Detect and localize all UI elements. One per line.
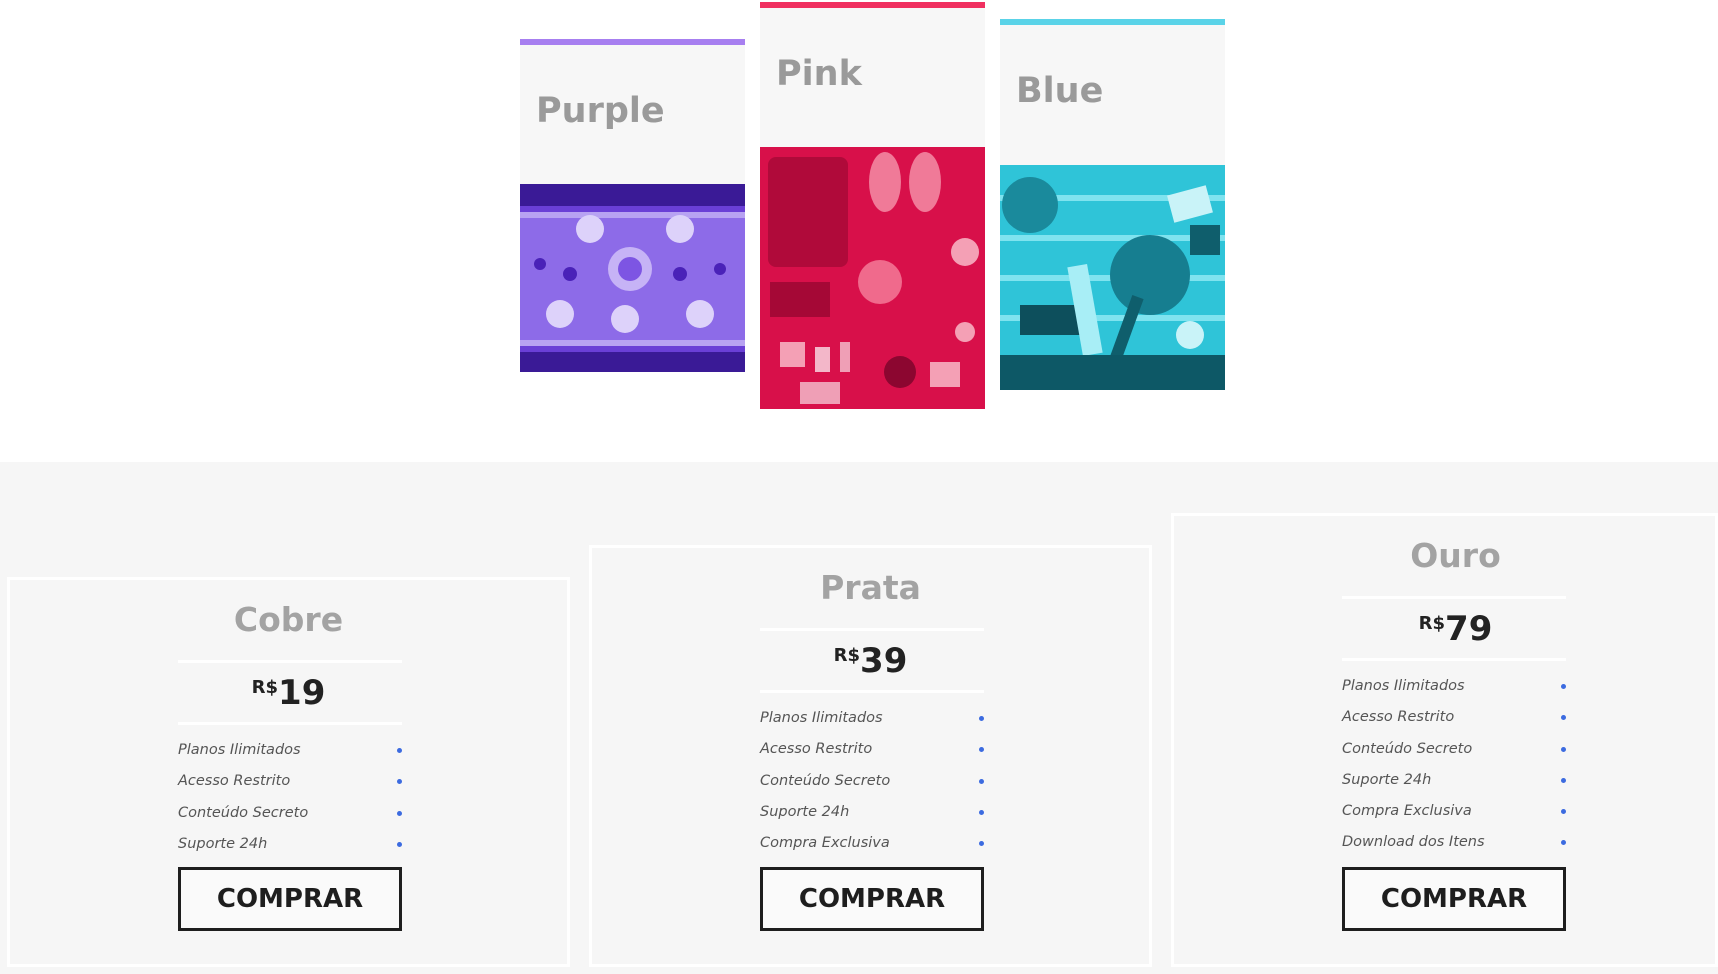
feature-label: Suporte 24h [178,835,268,852]
feature-label: Acesso Restrito [178,773,291,790]
card-title: Blue [1016,71,1104,111]
feature-item: Conteúdo Secreto [178,798,402,829]
feature-label: Acesso Restrito [1342,709,1455,726]
feature-label: Compra Exclusiva [760,835,890,852]
feature-item: Conteúdo Secreto [760,766,984,797]
bullet-icon [1561,777,1566,783]
buy-button[interactable]: COMPRAR [178,867,402,931]
bullet-icon [397,810,402,816]
plan-name: Prata [820,568,921,607]
divider [178,722,402,725]
card-image [760,147,985,409]
feature-item: Suporte 24h [760,797,984,828]
price-currency: R$ [833,645,861,666]
card-image [1000,165,1225,390]
divider [178,660,402,663]
bullet-icon [979,716,984,721]
feature-item: Planos Ilimitados [760,703,984,734]
plan-price: R$39 [592,641,1149,681]
feature-item: Suporte 24h [178,829,402,860]
feature-label: Acesso Restrito [760,741,873,758]
feature-list: Planos Ilimitados Acesso Restrito Conteú… [760,703,984,859]
price-currency: R$ [1418,613,1446,634]
feature-label: Conteúdo Secreto [1342,740,1473,757]
feature-label: Planos Ilimitados [178,742,301,758]
feature-label: Suporte 24h [1342,771,1432,788]
feature-item: Planos Ilimitados [1342,671,1566,702]
bullet-icon [1561,715,1566,721]
feature-label: Planos Ilimitados [760,710,883,726]
feature-label: Conteúdo Secreto [760,772,891,789]
feature-list: Planos Ilimitados Acesso Restrito Conteú… [178,735,402,860]
feature-item: Acesso Restrito [760,734,984,765]
bullet-icon [1561,684,1566,689]
price-currency: R$ [251,677,279,698]
feature-item: Compra Exclusiva [760,828,984,859]
card-blue[interactable]: Blue [1000,19,1225,390]
bullet-icon [1561,746,1566,752]
bullet-icon [979,841,984,847]
card-accent-bar [1000,19,1225,25]
feature-list: Planos Ilimitados Acesso Restrito Conteú… [1342,671,1566,859]
card-image [520,184,745,372]
feature-item: Suporte 24h [1342,765,1566,796]
card-title: Purple [536,91,665,131]
buy-button[interactable]: COMPRAR [1342,867,1566,931]
card-accent-bar [760,2,985,8]
plan-price: R$19 [10,673,567,713]
feature-label: Suporte 24h [760,803,850,820]
plan-name: Cobre [233,600,344,639]
bullet-icon [397,841,402,847]
feature-item: Acesso Restrito [1342,702,1566,733]
plan-ouro: Ouro R$79 Planos Ilimitados Acesso Restr… [1171,513,1718,967]
bullet-icon [1561,840,1566,846]
divider [760,628,984,631]
plan-cobre: Cobre R$19 Planos Ilimitados Acesso Rest… [7,577,570,967]
plan-prata: Prata R$39 Planos Ilimitados Acesso Rest… [589,545,1152,967]
card-accent-bar [520,39,745,45]
divider [1342,658,1566,661]
plan-name: Ouro [1410,536,1501,575]
plan-price: R$79 [1174,609,1718,649]
pricing-section: Cobre R$19 Planos Ilimitados Acesso Rest… [0,462,1718,974]
feature-item: Acesso Restrito [178,766,402,797]
divider [1342,596,1566,599]
price-value: 19 [278,673,326,713]
feature-item: Compra Exclusiva [1342,796,1566,827]
price-value: 39 [860,641,908,681]
bullet-icon [397,748,402,753]
bullet-icon [1561,809,1566,815]
card-purple[interactable]: Purple [520,39,745,372]
feature-item: Planos Ilimitados [178,735,402,766]
bullet-icon [979,747,984,753]
feature-label: Compra Exclusiva [1342,803,1472,820]
card-pink[interactable]: Pink [760,2,985,409]
divider [760,690,984,693]
bullet-icon [979,809,984,815]
price-value: 79 [1445,609,1493,649]
feature-item: Conteúdo Secreto [1342,734,1566,765]
bullet-icon [397,779,402,785]
feature-item: Download dos Itens [1342,827,1566,858]
feature-label: Conteúdo Secreto [178,804,309,821]
buy-button[interactable]: COMPRAR [760,867,984,931]
feature-label: Download dos Itens [1342,834,1485,851]
card-title: Pink [776,54,862,94]
feature-label: Planos Ilimitados [1342,678,1465,694]
bullet-icon [979,778,984,784]
